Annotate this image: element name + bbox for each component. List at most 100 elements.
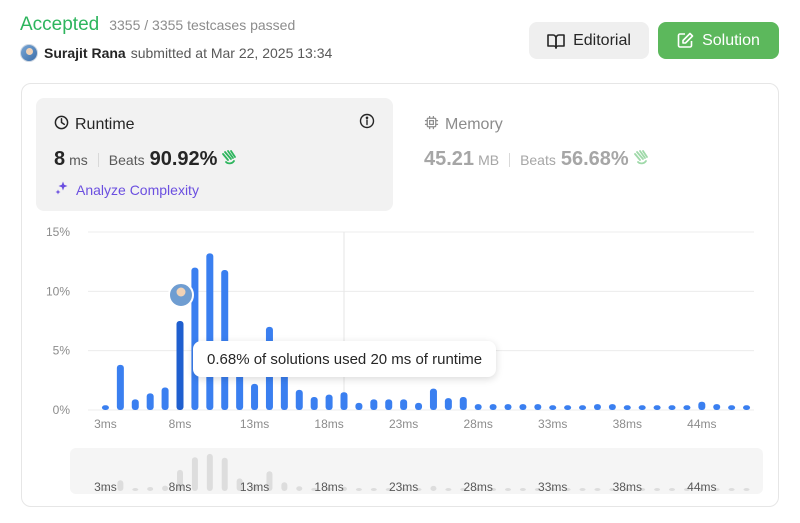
clock-icon <box>54 115 69 135</box>
range-bar <box>296 486 303 491</box>
y-tick-label: 10% <box>46 284 70 298</box>
clapping-hands-icon <box>633 149 649 170</box>
x-tick-label: 13ms <box>240 417 269 431</box>
x-tick-label: 18ms <box>314 417 343 431</box>
chart-bar[interactable] <box>295 389 303 410</box>
chart-bar[interactable] <box>728 405 736 410</box>
chart-bar[interactable] <box>131 399 139 410</box>
chart-bar[interactable] <box>534 404 542 410</box>
chart-bar[interactable] <box>504 404 512 410</box>
y-tick-label: 5% <box>53 344 71 358</box>
range-bar <box>654 488 661 491</box>
chart-bar[interactable] <box>564 405 572 410</box>
chart-bar[interactable] <box>176 321 184 410</box>
y-tick-label: 15% <box>46 225 70 239</box>
chart-bar[interactable] <box>101 405 109 410</box>
avatar-face <box>176 287 186 297</box>
range-bar <box>191 457 198 491</box>
chart-bar[interactable] <box>310 396 318 410</box>
chart-bar[interactable] <box>698 401 706 410</box>
chart-bar[interactable] <box>400 399 408 410</box>
status-accepted: Accepted <box>20 14 100 35</box>
y-tick-label: 0% <box>53 403 71 417</box>
solution-label: Solution <box>702 31 760 49</box>
divider <box>97 152 99 167</box>
clapping-hands-icon <box>221 149 237 170</box>
range-tick-label: 23ms <box>389 480 418 494</box>
chart-bar[interactable] <box>415 402 423 410</box>
range-tick-label: 3ms <box>94 480 117 494</box>
chart-bar[interactable] <box>116 364 124 410</box>
range-bar <box>355 488 362 491</box>
chart-bar[interactable] <box>549 405 557 410</box>
edit-icon <box>677 32 694 49</box>
range-bar <box>743 488 750 491</box>
range-bar <box>669 488 675 491</box>
analyze-complexity-label: Analyze Complexity <box>76 181 199 198</box>
x-tick-label: 44ms <box>687 417 716 431</box>
range-tick-label: 8ms <box>169 480 192 494</box>
chart-bar[interactable] <box>325 394 333 410</box>
chart-bar[interactable] <box>459 396 467 410</box>
chart-bar[interactable] <box>638 405 646 410</box>
chart-bar[interactable] <box>668 405 676 410</box>
memory-title: Memory <box>445 116 503 133</box>
runtime-unit: ms <box>69 152 88 168</box>
memory-value: 45.21 <box>424 148 475 170</box>
submitted-at: submitted at Mar 22, 2025 13:34 <box>130 45 333 61</box>
range-bar <box>445 488 452 491</box>
x-tick-label: 23ms <box>389 417 418 431</box>
chart-bar[interactable] <box>280 373 288 410</box>
user-name[interactable]: Surajit Rana <box>44 45 126 61</box>
info-icon[interactable] <box>359 113 375 129</box>
chart-bar[interactable] <box>683 405 691 410</box>
editorial-button[interactable]: Editorial <box>529 22 649 59</box>
memory-beats-value: 56.68% <box>560 148 629 170</box>
runtime-title: Runtime <box>75 116 135 133</box>
chart-bar[interactable] <box>489 404 497 410</box>
avatar[interactable] <box>20 44 38 62</box>
x-tick-label: 28ms <box>464 417 493 431</box>
chart-bar[interactable] <box>370 399 378 410</box>
x-tick-label: 38ms <box>613 417 642 431</box>
chart-bar[interactable] <box>355 402 363 410</box>
chart-bar[interactable] <box>653 405 661 410</box>
chart-bar[interactable] <box>429 388 437 410</box>
analyze-complexity-link[interactable]: Analyze Complexity <box>54 180 199 199</box>
runtime-beats-label: Beats <box>108 152 145 168</box>
solution-button[interactable]: Solution <box>658 22 779 59</box>
range-bar <box>370 488 377 491</box>
x-tick-label: 3ms <box>94 417 117 431</box>
chart-bar[interactable] <box>474 404 482 410</box>
divider <box>509 152 511 167</box>
range-bar <box>728 488 735 491</box>
chart-bar[interactable] <box>623 405 631 410</box>
chart-bar[interactable] <box>221 269 229 410</box>
chart-bar[interactable] <box>519 404 527 410</box>
chart-bar[interactable] <box>340 392 348 410</box>
chart-bar[interactable] <box>713 404 721 410</box>
chart-bar[interactable] <box>608 404 616 410</box>
x-tick-label: 33ms <box>538 417 567 431</box>
submission-header: Accepted 3355 / 3355 testcases passed Su… <box>20 14 332 62</box>
runtime-card[interactable]: Runtime 8 ms Beats 90.92% Analyze Comple… <box>36 98 393 211</box>
range-tick-label: 28ms <box>464 480 493 494</box>
chart-bar[interactable] <box>161 387 169 410</box>
chart-bar[interactable] <box>444 398 452 410</box>
chart-bar[interactable] <box>251 383 259 410</box>
chart-bar[interactable] <box>579 405 587 410</box>
chart-bar[interactable] <box>593 404 601 410</box>
range-bar <box>281 482 288 491</box>
chart-bar[interactable] <box>206 253 214 410</box>
range-bar <box>505 488 511 491</box>
range-tick-label: 38ms <box>613 480 642 494</box>
chart-bar[interactable] <box>385 399 393 410</box>
chart-bar[interactable] <box>146 393 154 410</box>
memory-card[interactable]: Memory 45.21 MB Beats 56.68% <box>424 98 764 211</box>
chart-bar[interactable] <box>743 405 751 410</box>
x-tick-label: 8ms <box>169 417 192 431</box>
book-icon <box>547 33 565 49</box>
range-tick-label: 13ms <box>240 480 269 494</box>
range-bar <box>132 488 139 491</box>
chip-icon <box>424 115 439 135</box>
